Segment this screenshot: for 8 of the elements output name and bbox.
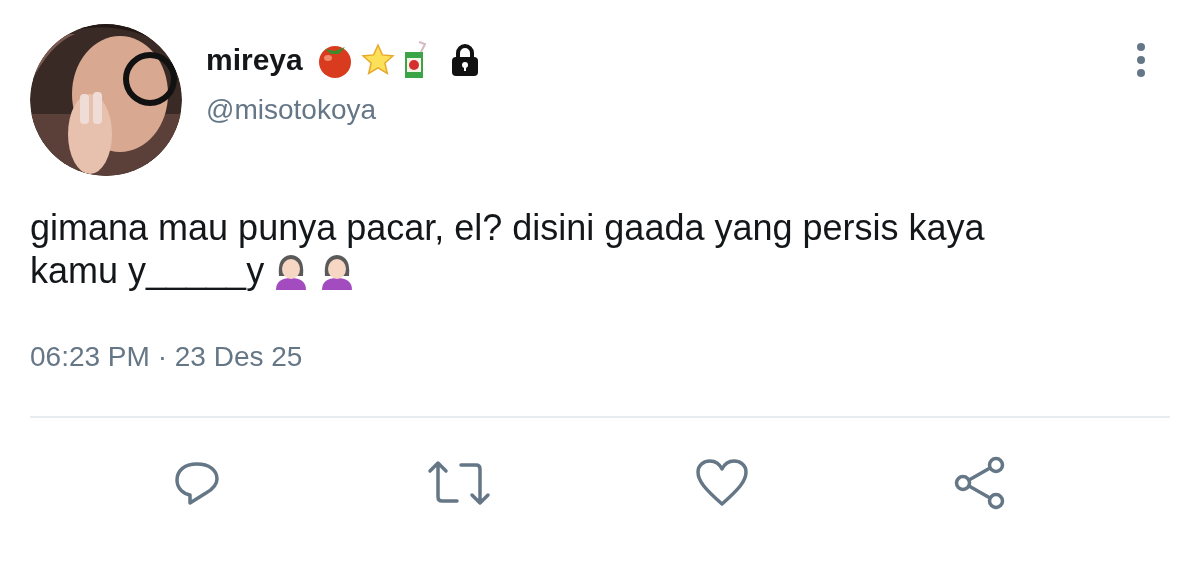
timestamp: 06:23 PM · 23 Des 25 xyxy=(30,341,303,373)
tweet-text: gimana mau punya pacar, el? disini gaada yang persis kaya xyxy=(30,207,985,248)
user-name[interactable]: mireya xyxy=(206,45,303,75)
user-handle[interactable]: @misotokoya xyxy=(206,96,1170,124)
tweet-text: kamu y_____y xyxy=(30,249,265,293)
retweet-icon[interactable] xyxy=(426,459,491,508)
more-options-icon[interactable] xyxy=(1136,42,1146,78)
heart-icon[interactable] xyxy=(695,458,750,509)
